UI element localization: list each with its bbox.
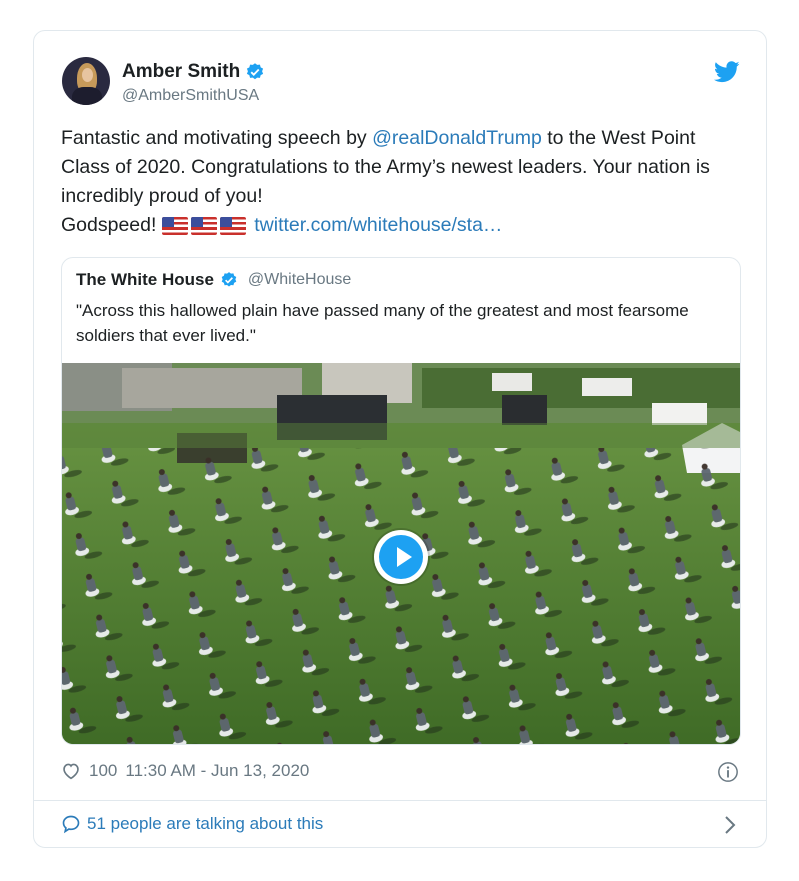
twitter-bird-icon[interactable] — [714, 61, 740, 83]
comment-bubble-icon — [62, 815, 80, 834]
author-name-row[interactable]: Amber Smith — [122, 61, 265, 83]
timestamp[interactable]: 11:30 AM - Jun 13, 2020 — [125, 761, 309, 781]
flags — [161, 213, 249, 242]
tweet-text-part-3: Godspeed! — [61, 214, 162, 236]
mention-link[interactable]: @realDonaldTrump — [372, 127, 542, 149]
heart-icon[interactable] — [61, 762, 81, 780]
quoted-author-name[interactable]: The White House — [76, 270, 214, 290]
play-icon — [379, 535, 423, 579]
quoted-author-handle[interactable]: @WhiteHouse — [248, 271, 351, 289]
quoted-tweet[interactable]: The White House @WhiteHouse "Across this… — [61, 257, 741, 745]
tweet-card: Amber Smith @AmberSmithUSA Fantastic and… — [33, 30, 767, 848]
chevron-right-icon[interactable] — [724, 815, 736, 835]
author-handle[interactable]: @AmberSmithUSA — [122, 87, 259, 105]
conversation-text[interactable]: 51 people are talking about this — [87, 814, 323, 834]
us-flag-icon — [190, 217, 217, 235]
avatar[interactable] — [62, 57, 110, 105]
verified-badge-icon — [221, 272, 237, 287]
verified-badge-icon — [247, 63, 264, 80]
url-link[interactable]: twitter.com/whitehouse/sta… — [254, 214, 502, 236]
divider — [34, 800, 766, 801]
tweet-text: Fantastic and motivating speech by @real… — [61, 124, 741, 242]
author-name[interactable]: Amber Smith — [122, 61, 240, 83]
info-icon[interactable] — [717, 761, 739, 783]
play-button[interactable] — [374, 530, 428, 584]
quoted-author-row: The White House @WhiteHouse — [76, 270, 351, 290]
conversation-link[interactable]: 51 people are talking about this — [61, 814, 323, 834]
us-flag-icon — [161, 217, 188, 235]
video-thumbnail[interactable] — [62, 363, 740, 744]
tweet-meta: 100 11:30 AM - Jun 13, 2020 — [61, 761, 309, 781]
tweet-text-part-1: Fantastic and motivating speech by — [61, 127, 373, 149]
us-flag-icon — [219, 217, 246, 235]
quoted-text: "Across this hallowed plain have passed … — [76, 301, 689, 345]
like-count[interactable]: 100 — [89, 761, 117, 781]
